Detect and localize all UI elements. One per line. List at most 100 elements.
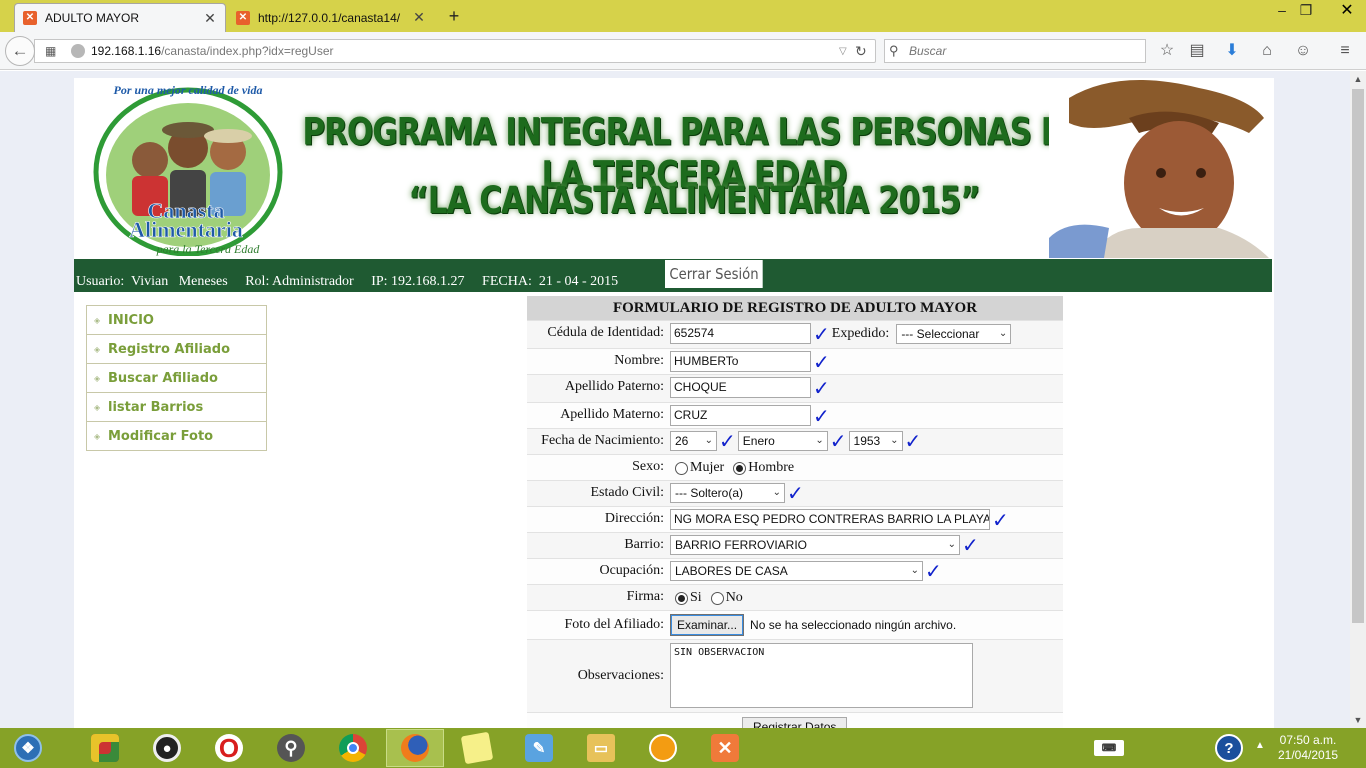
tab-title: ADULTO MAYOR	[45, 11, 140, 25]
label-expedido: Expedido:	[831, 325, 890, 341]
cedula-input[interactable]: 652574	[670, 323, 811, 344]
elderly-man-photo	[1049, 78, 1272, 258]
back-button[interactable]: ←	[5, 36, 35, 66]
estado-civil-select[interactable]: --- Soltero(a) ⌄	[670, 483, 785, 503]
grid-icon[interactable]: ▦	[45, 44, 61, 58]
check-icon: ✓	[904, 429, 922, 453]
taskbar-search-app[interactable]: ⚲	[262, 729, 320, 767]
menu-item-modificar-foto[interactable]: ◈ Modificar Foto	[87, 421, 266, 450]
label-direccion: Dirección:	[604, 511, 664, 526]
hello-icon[interactable]: ☺	[1292, 40, 1314, 62]
paterno-input[interactable]: CHOQUE	[670, 377, 811, 398]
taskbar-firefox[interactable]	[386, 729, 444, 767]
birth-month-select[interactable]: Enero ⌄	[737, 431, 828, 451]
scroll-up-icon[interactable]: ▲	[1350, 71, 1366, 87]
chevron-down-icon: ⌄	[890, 435, 899, 446]
home-icon[interactable]: ⌂	[1256, 40, 1278, 62]
sexo-hombre-radio[interactable]	[733, 461, 747, 475]
observaciones-textarea[interactable]: SIN OBSERVACION	[670, 643, 973, 708]
bullet-icon: ◈	[94, 402, 101, 412]
scroll-down-icon[interactable]: ▼	[1350, 712, 1366, 728]
bullet-icon: ◈	[94, 431, 101, 441]
birth-day-select[interactable]: 26 ⌄	[670, 431, 717, 451]
nombre-input[interactable]: HUMBERTo	[670, 351, 811, 372]
taskbar-sticky-notes[interactable]	[448, 729, 506, 767]
label-nombre: Nombre:	[614, 353, 664, 368]
bullet-icon: ◈	[94, 373, 101, 383]
birth-year-select[interactable]: 1953 ⌄	[848, 431, 903, 451]
label-firma: Firma:	[626, 589, 664, 604]
clock-time: 07:50 a.m.	[1279, 733, 1337, 747]
taskbar-xampp[interactable]: ✕	[696, 729, 754, 767]
row-nacimiento: Fecha de Nacimiento: 26 ⌄ ✓ Enero ⌄ ✓ 1953…	[527, 428, 1063, 454]
materno-input[interactable]: CRUZ	[670, 405, 811, 426]
browse-file-button[interactable]: Examinar...	[670, 614, 745, 636]
minimize-button[interactable]: –	[1270, 2, 1294, 20]
menu-item-buscar-afiliado[interactable]: ◈ Buscar Afiliado	[87, 363, 266, 392]
system-clock[interactable]: 07:50 a.m. 21/04/2015	[1268, 733, 1348, 763]
start-button[interactable]: ❖	[0, 729, 56, 767]
row-firma: Firma: Si No	[527, 584, 1063, 610]
check-icon: ✓	[813, 375, 830, 400]
close-icon[interactable]: ✕	[412, 9, 426, 26]
vertical-scrollbar[interactable]: ▲ ▼	[1350, 71, 1366, 728]
new-tab-button[interactable]: +	[444, 6, 464, 26]
check-icon: ✓	[992, 507, 1009, 532]
banner-subtitle: “LA CANASTA ALIMENTARIA 2015”	[408, 179, 980, 223]
close-icon[interactable]: ✕	[203, 10, 217, 27]
window-close-button[interactable]: ✕	[1328, 0, 1366, 22]
help-tray-button[interactable]: ?	[1200, 729, 1258, 767]
menu-item-inicio[interactable]: ◈ INICIO	[87, 305, 266, 334]
reading-list-icon[interactable]: ▤	[1186, 40, 1208, 62]
taskbar-paint[interactable]: ✎	[510, 729, 568, 767]
row-barrio: Barrio: BARRIO FERROVIARIO ⌄ ✓	[527, 532, 1063, 558]
firma-si-radio[interactable]	[675, 591, 688, 605]
keyboard-icon: ⌨	[1094, 740, 1124, 756]
taskbar-chrome[interactable]	[324, 729, 382, 767]
download-icon[interactable]: ⬇	[1221, 40, 1243, 62]
form-title: FORMULARIO DE REGISTRO DE ADULTO MAYOR	[527, 296, 1063, 320]
menu-icon[interactable]: ≡	[1334, 40, 1356, 62]
menu-item-registro-afiliado[interactable]: ◈ Registro Afiliado	[87, 334, 266, 363]
taskbar-opera[interactable]: O	[200, 729, 258, 767]
expedido-select[interactable]: --- Seleccionar ⌄	[896, 323, 1012, 344]
chevron-down-icon: ⌄	[772, 487, 781, 498]
direccion-input[interactable]: NG MORA ESQ PEDRO CONTRERAS BARRIO LA PL…	[670, 509, 990, 530]
check-icon: ✓	[813, 403, 830, 428]
keyboard-indicator[interactable]: ⌨	[1080, 729, 1138, 767]
taskbar-paint-app[interactable]	[76, 729, 134, 767]
check-icon: ✓	[925, 559, 942, 583]
tab-adulto-mayor[interactable]: ✕ ADULTO MAYOR ✕	[14, 3, 226, 32]
xampp-favicon-icon: ✕	[23, 11, 37, 25]
logout-button[interactable]: Cerrar Sesión	[665, 260, 763, 288]
menu-item-listar-barrios[interactable]: ◈ listar Barrios	[87, 392, 266, 421]
url-bar[interactable]: ▦ 192.168.1.16/canasta/index.php?idx=reg…	[34, 39, 876, 63]
taskbar-app-orange[interactable]	[634, 729, 692, 767]
sexo-mujer-radio[interactable]	[675, 461, 688, 475]
firefox-icon	[401, 734, 429, 762]
search-input[interactable]	[909, 44, 1145, 58]
taskbar-file-explorer[interactable]: ▭	[572, 729, 630, 767]
tray-expand-icon[interactable]: ▲	[1255, 740, 1265, 751]
check-icon: ✓	[813, 321, 830, 346]
url-dropdown-icon[interactable]: ▽	[839, 46, 855, 57]
taskbar-camera-app[interactable]: ●	[138, 729, 196, 767]
row-cedula: Cédula de Identidad: 652574 ✓ Expedido: …	[527, 320, 1063, 348]
firma-no-radio[interactable]	[710, 591, 724, 605]
magnifier-app-icon: ⚲	[277, 734, 305, 762]
row-ocupacion: Ocupación: LABORES DE CASA ⌄ ✓	[527, 558, 1063, 584]
register-button[interactable]: Registrar Datos	[742, 717, 848, 728]
bookmark-star-icon[interactable]: ☆	[1156, 40, 1178, 62]
paint-app-icon	[91, 734, 119, 762]
label-ocupacion: Ocupación:	[599, 563, 664, 578]
tab-canasta14[interactable]: ✕ http://127.0.0.1/canasta14/ ✕	[228, 3, 434, 32]
restore-button[interactable]: ❐	[1294, 2, 1318, 20]
url-text[interactable]: 192.168.1.16/canasta/index.php?idx=regUs…	[91, 44, 839, 58]
scroll-thumb[interactable]	[1352, 89, 1364, 623]
reload-icon[interactable]: ↻	[855, 43, 875, 60]
search-bar[interactable]: ⚲	[884, 39, 1146, 63]
page-viewport: Por una mejor calidad de vida Canasta Al…	[0, 71, 1350, 728]
barrio-select[interactable]: BARRIO FERROVIARIO ⌄	[670, 535, 960, 555]
ocupacion-select[interactable]: LABORES DE CASA ⌄	[670, 561, 923, 581]
canasta-logo: Por una mejor calidad de vida Canasta Al…	[93, 83, 283, 256]
